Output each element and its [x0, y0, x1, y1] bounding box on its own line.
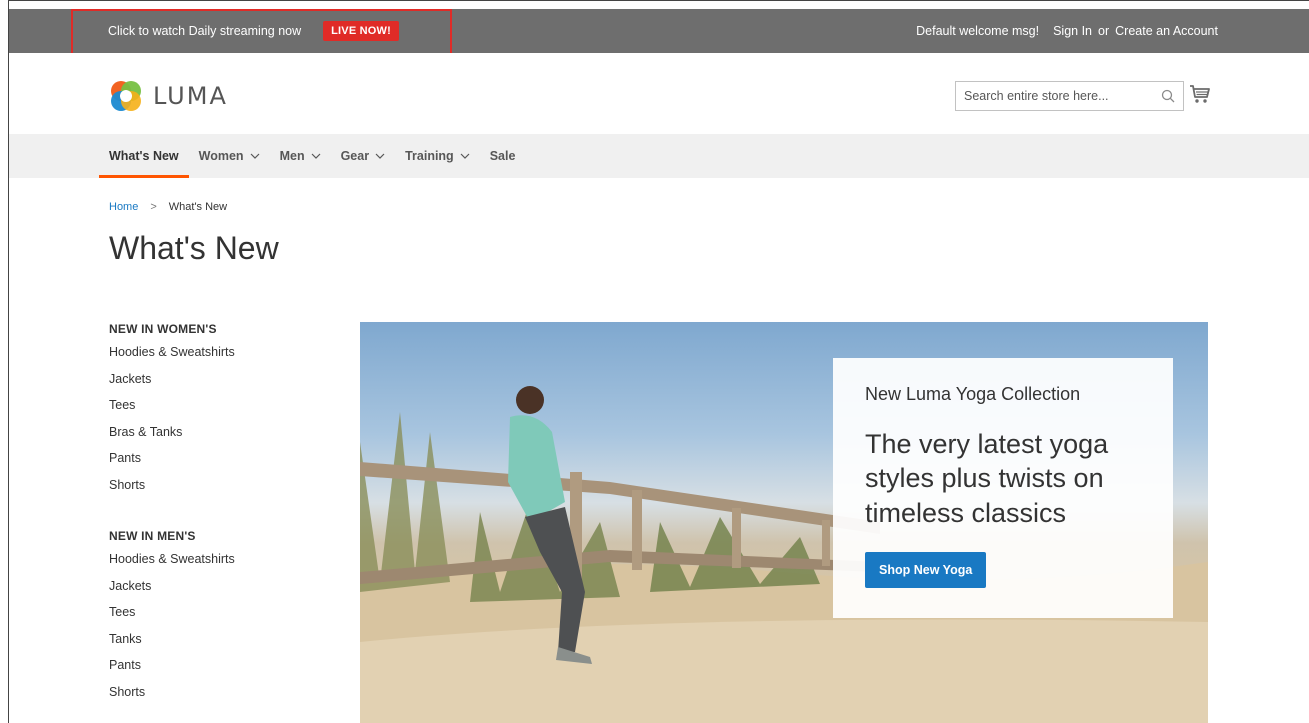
header-links: Default welcome msg! Sign In or Create a… [916, 9, 1218, 53]
page-frame: Click to watch Daily streaming now LIVE … [8, 0, 1309, 723]
nav-item-label: Men [279, 149, 305, 163]
sidebar-link[interactable]: Tees [109, 398, 309, 425]
hero-banner[interactable]: New Luma Yoga Collection The very latest… [360, 322, 1208, 723]
site-header: LUMA [9, 53, 1309, 134]
breadcrumb: Home > What's New [109, 201, 227, 213]
sidebar-link[interactable]: Hoodies & Sweatshirts [109, 345, 309, 372]
top-panel: Click to watch Daily streaming now LIVE … [9, 9, 1309, 53]
search-icon[interactable] [1161, 89, 1175, 103]
nav-item-label: Training [405, 149, 454, 163]
or-text: or [1098, 24, 1110, 38]
sidebar-link[interactable]: Tanks [109, 632, 309, 659]
shop-new-yoga-button[interactable]: Shop New Yoga [865, 551, 987, 588]
sidebar-link[interactable]: Jackets [109, 579, 309, 606]
sidebar-link[interactable]: Pants [109, 451, 309, 478]
chevron-down-icon [460, 153, 470, 159]
search-box[interactable] [955, 81, 1184, 111]
streaming-promo-text[interactable]: Click to watch Daily streaming now [108, 24, 301, 38]
chevron-down-icon [375, 153, 385, 159]
sidebar-link[interactable]: Bras & Tanks [109, 425, 309, 452]
sign-in-link[interactable]: Sign In [1053, 24, 1092, 38]
chevron-down-icon [250, 153, 260, 159]
page-title: What's New [109, 230, 279, 266]
streaming-promo[interactable]: Click to watch Daily streaming now LIVE … [108, 9, 399, 53]
logo-text: LUMA [153, 82, 228, 110]
sidebar-link[interactable]: Shorts [109, 685, 309, 712]
create-account-link[interactable]: Create an Account [1115, 24, 1218, 38]
sidebar-link[interactable]: Jackets [109, 372, 309, 399]
nav-item-whats-new[interactable]: What's New [99, 134, 189, 178]
nav-item-women[interactable]: Women [189, 134, 270, 178]
sidebar-group-women: NEW IN WOMEN'S Hoodies & Sweatshirts Jac… [109, 322, 309, 504]
nav-item-label: Sale [489, 149, 516, 163]
hero-headline: The very latest yoga styles plus twists … [865, 429, 1109, 528]
sidebar-group-title: NEW IN WOMEN'S [109, 322, 217, 336]
breadcrumb-separator: > [150, 201, 157, 213]
category-sidebar: NEW IN WOMEN'S Hoodies & Sweatshirts Jac… [109, 322, 309, 711]
nav-item-gear[interactable]: Gear [331, 134, 396, 178]
search-input[interactable] [956, 82, 1151, 110]
hero-promo-card: New Luma Yoga Collection The very latest… [833, 358, 1173, 618]
sidebar-link[interactable]: Shorts [109, 478, 309, 505]
welcome-message: Default welcome msg! [916, 24, 1040, 38]
nav-item-label: Gear [340, 149, 370, 163]
sidebar-link[interactable]: Tees [109, 605, 309, 632]
nav-item-label: Women [198, 149, 244, 163]
nav-item-label: What's New [109, 149, 179, 163]
sidebar-link[interactable]: Hoodies & Sweatshirts [109, 552, 309, 579]
live-now-badge[interactable]: LIVE NOW! [323, 21, 399, 41]
breadcrumb-home-link[interactable]: Home [109, 201, 138, 213]
main-navigation: What's New Women Men Gear Training Sale [9, 134, 1309, 178]
luma-logo-icon [111, 81, 141, 111]
breadcrumb-current: What's New [168, 201, 228, 213]
hero-eyebrow: New Luma Yoga Collection [865, 384, 1081, 404]
sidebar-group-title: NEW IN MEN'S [109, 529, 196, 543]
nav-item-sale[interactable]: Sale [480, 134, 526, 178]
nav-item-men[interactable]: Men [270, 134, 331, 178]
chevron-down-icon [311, 153, 321, 159]
nav-item-training[interactable]: Training [395, 134, 480, 178]
luma-logo[interactable]: LUMA [109, 79, 228, 113]
sidebar-link[interactable]: Pants [109, 658, 309, 685]
sidebar-group-men: NEW IN MEN'S Hoodies & Sweatshirts Jacke… [109, 529, 309, 711]
cart-icon[interactable] [1189, 83, 1211, 105]
